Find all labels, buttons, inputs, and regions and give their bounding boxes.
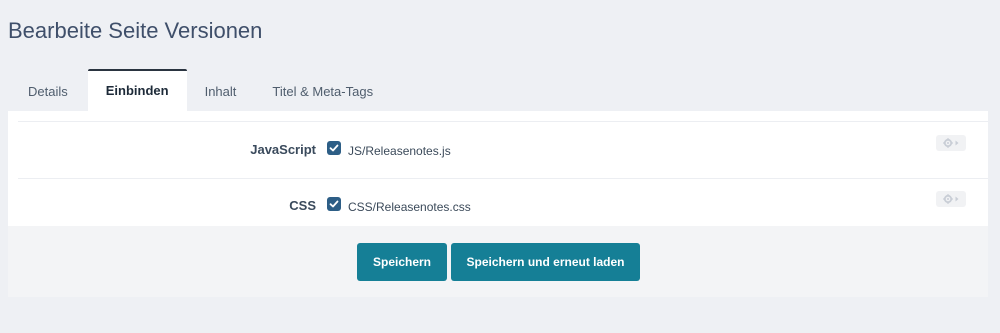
javascript-label: JavaScript <box>250 142 316 157</box>
form-row-javascript: JavaScript JS/Releasenotes.js <box>18 121 988 179</box>
css-checkbox[interactable] <box>327 197 341 211</box>
tab-titel-meta-tags[interactable]: Titel & Meta-Tags <box>254 71 391 111</box>
javascript-file-value: JS/Releasenotes.js <box>348 144 451 158</box>
css-options-button[interactable] <box>936 191 966 207</box>
tab-einbinden[interactable]: Einbinden <box>87 69 187 111</box>
tab-inhalt[interactable]: Inhalt <box>187 71 255 111</box>
checkmark-icon <box>329 144 339 152</box>
save-and-reload-button[interactable]: Speichern und erneut laden <box>451 243 640 281</box>
javascript-checkbox[interactable] <box>327 141 341 155</box>
tab-details[interactable]: Details <box>8 71 88 111</box>
page-title: Bearbeite Seite Versionen <box>8 18 263 43</box>
gear-caret-icon <box>943 138 959 148</box>
save-button[interactable]: Speichern <box>357 243 447 281</box>
form-footer: Speichern Speichern und erneut laden <box>8 226 988 297</box>
checkmark-icon <box>329 200 339 208</box>
javascript-options-button[interactable] <box>936 135 966 151</box>
gear-caret-icon <box>943 194 959 204</box>
tab-bar: Details Einbinden Inhalt Titel & Meta-Ta… <box>8 69 391 111</box>
form-panel: JavaScript JS/Releasenotes.js CSS CSS/Re… <box>8 111 988 297</box>
